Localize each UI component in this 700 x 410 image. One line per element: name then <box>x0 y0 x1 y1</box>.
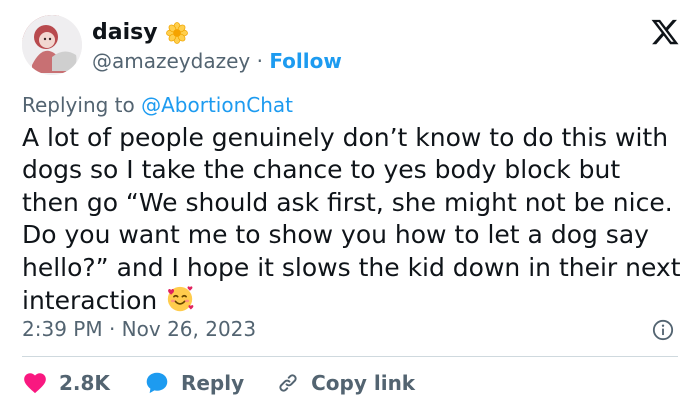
author-handle[interactable]: @amazeydazey <box>92 49 250 73</box>
tweet-body: A lot of people genuinely don’t know to … <box>22 123 681 316</box>
copy-link-button[interactable]: Copy link <box>276 371 415 395</box>
tweet-time: 2:39 PM <box>22 317 103 341</box>
like-count: 2.8K <box>59 371 110 395</box>
like-button[interactable]: 2.8K <box>22 370 110 396</box>
author-handle-row: @amazeydazey · Follow <box>92 49 342 73</box>
replying-prefix: Replying to <box>22 93 135 117</box>
tweet-date: Nov 26, 2023 <box>121 317 257 341</box>
timestamp-separator: · <box>108 317 116 341</box>
tweet-card[interactable]: daisy @amazeydazey · Follow Replying to … <box>0 0 700 410</box>
author-name-row: daisy <box>92 20 188 46</box>
reply-mention-link[interactable]: @AbortionChat <box>141 93 293 117</box>
smiling-face-with-hearts-icon <box>165 284 195 314</box>
follow-button[interactable]: Follow <box>269 49 342 73</box>
tweet-timestamp[interactable]: 2:39 PM · Nov 26, 2023 <box>22 317 256 341</box>
tweet-actions: 2.8K Reply Copy link <box>22 369 415 397</box>
divider <box>22 356 678 357</box>
heart-icon <box>22 370 48 396</box>
handle-separator: · <box>256 49 263 73</box>
x-logo-icon[interactable] <box>650 17 680 47</box>
flower-icon <box>165 22 188 44</box>
tweet-text: A lot of people genuinely don’t know to … <box>22 122 682 317</box>
link-icon <box>276 371 300 395</box>
reply-label: Reply <box>180 371 245 395</box>
reply-bubble-icon <box>144 370 170 396</box>
author-name[interactable]: daisy <box>92 20 158 46</box>
avatar[interactable] <box>22 15 82 75</box>
tweet-header: daisy @amazeydazey · Follow <box>22 15 682 77</box>
info-icon[interactable] <box>652 319 674 341</box>
avatar-photo <box>22 15 82 75</box>
replying-to-line: Replying to @AbortionChat <box>22 93 293 117</box>
copy-link-label: Copy link <box>311 371 416 395</box>
reply-button[interactable]: Reply <box>144 370 244 396</box>
